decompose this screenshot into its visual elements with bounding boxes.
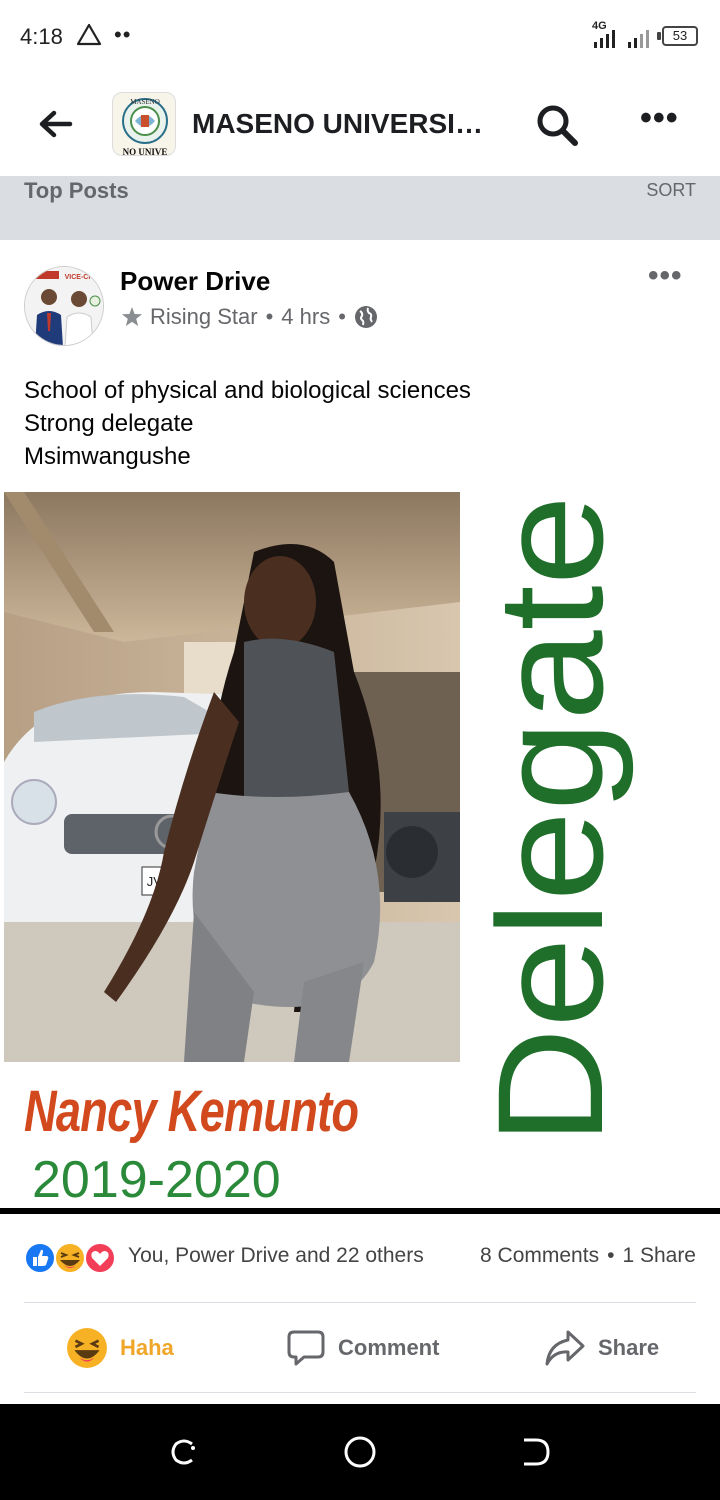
- signal-icon: [594, 30, 615, 48]
- poster-photo: JVN: [4, 492, 460, 1062]
- haha-icon: [54, 1242, 86, 1274]
- post-text-line: School of physical and biological scienc…: [24, 377, 471, 404]
- share-icon: [545, 1330, 585, 1366]
- signal-weak-icon: [628, 30, 649, 48]
- love-icon: [84, 1242, 116, 1274]
- engagement-counts: 8 Comments • 1 Share: [480, 1244, 696, 1268]
- back-icon[interactable]: [518, 1434, 554, 1470]
- photo-illustration: JVN: [4, 492, 460, 1062]
- avatar-image: VICE-CH: [25, 267, 103, 345]
- haha-button[interactable]: Haha: [66, 1326, 174, 1370]
- battery-tip: [657, 32, 661, 40]
- rising-star-icon: [122, 307, 142, 326]
- divider: [24, 1302, 696, 1303]
- delegate-word: Delegate: [470, 495, 634, 1145]
- back-arrow-icon[interactable]: [34, 102, 78, 146]
- home-icon[interactable]: [342, 1434, 378, 1470]
- share-label: Share: [598, 1335, 660, 1360]
- post-time[interactable]: 4 hrs: [281, 304, 330, 330]
- meta-separator: •: [265, 304, 274, 329]
- reaction-icons: [24, 1242, 116, 1274]
- group-logo[interactable]: MASENO NO UNIVE: [112, 92, 176, 156]
- sort-button[interactable]: SORT: [646, 180, 696, 201]
- logo-text-top: MASENO: [130, 98, 160, 106]
- haha-label: Haha: [120, 1335, 174, 1360]
- post-text-line: Msimwangushe: [24, 443, 191, 470]
- author-avatar[interactable]: VICE-CH: [24, 266, 104, 346]
- app-header: MASENO NO UNIVE MASENO UNIVERSIT… •••: [0, 72, 720, 176]
- author-name[interactable]: Power Drive: [120, 266, 270, 297]
- divider-bottom: [24, 1392, 696, 1393]
- comments-count[interactable]: 8 Comments: [480, 1244, 599, 1267]
- more-options-button[interactable]: •••: [640, 101, 692, 138]
- post-options-button[interactable]: •••: [648, 261, 683, 291]
- avatar-caption: VICE-CH: [65, 274, 94, 281]
- university-crest-icon: MASENO NO UNIVE: [113, 93, 175, 156]
- notification-dots: ••: [114, 22, 132, 47]
- status-bar: 4:18 •• 4G 53: [0, 0, 720, 72]
- reactions-row[interactable]: You, Power Drive and 22 others 8 Comment…: [24, 1238, 696, 1278]
- counts-separator: •: [607, 1244, 615, 1267]
- share-button[interactable]: Share: [544, 1326, 659, 1370]
- term-years: 2019-2020: [32, 1151, 281, 1209]
- delegate-vertical-text: Delegate: [470, 495, 634, 1145]
- post-card: VICE-CH Power Drive Rising Star • 4 hrs …: [0, 240, 720, 1404]
- warning-icon: [76, 23, 102, 46]
- like-icon: [24, 1242, 56, 1274]
- haha-icon: [67, 1328, 107, 1368]
- system-nav-bar: [0, 1404, 720, 1500]
- meta-separator-2: •: [338, 304, 346, 329]
- post-text: School of physical and biological scienc…: [24, 374, 471, 473]
- image-divider: [0, 1208, 720, 1214]
- comment-icon: [287, 1330, 325, 1366]
- post-image[interactable]: JVN Nancy Kemunto 2019-2020 Delegate: [0, 490, 720, 1210]
- top-posts-bar: Top Posts SORT: [0, 176, 720, 240]
- nominee-name: Nancy Kemunto: [24, 1079, 359, 1144]
- shares-count[interactable]: 1 Share: [622, 1244, 696, 1267]
- search-icon[interactable]: [534, 102, 580, 148]
- badge-label: Rising Star: [150, 304, 258, 329]
- comment-label: Comment: [338, 1335, 440, 1360]
- post-text-line: Strong delegate: [24, 410, 194, 437]
- battery-icon: 53: [662, 26, 698, 46]
- recent-apps-icon[interactable]: [166, 1434, 202, 1470]
- top-posts-label: Top Posts: [24, 178, 129, 203]
- globe-icon: [354, 306, 377, 328]
- reaction-summary[interactable]: You, Power Drive and 22 others: [128, 1244, 424, 1268]
- logo-text-bottom: NO UNIVE: [123, 147, 168, 156]
- status-time: 4:18: [20, 24, 63, 49]
- group-title[interactable]: MASENO UNIVERSIT…: [192, 108, 492, 140]
- post-actions: Haha Comment Share: [0, 1320, 720, 1380]
- post-meta: Rising Star • 4 hrs •: [120, 304, 378, 330]
- comment-button[interactable]: Comment: [286, 1326, 439, 1370]
